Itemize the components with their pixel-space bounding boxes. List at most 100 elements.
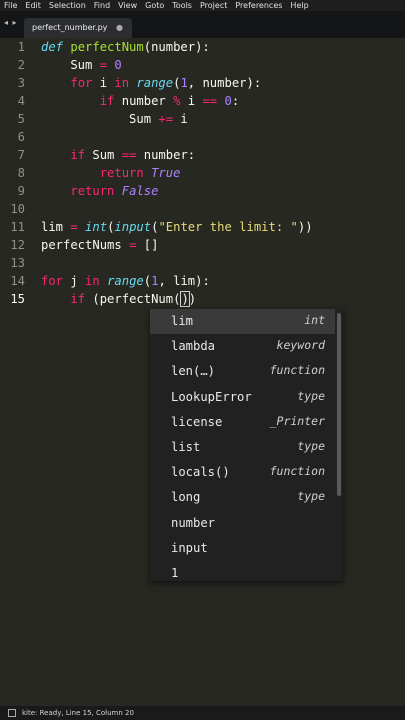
line-number: 10: [10, 202, 25, 216]
code-line[interactable]: if number % i == 0:: [41, 92, 239, 110]
autocomplete-scrollbar[interactable]: [337, 313, 341, 496]
autocomplete-item-name: input: [171, 540, 208, 555]
menu-bar: File Edit Selection Find View Goto Tools Projec…: [0, 0, 405, 11]
line-number: 1: [17, 40, 25, 54]
menu-item-goto[interactable]: Goto: [141, 1, 168, 10]
code-token: i: [92, 76, 115, 90]
autocomplete-item[interactable]: input: [150, 536, 335, 561]
code-token: Sum: [41, 58, 100, 72]
autocomplete-item[interactable]: len(…) function: [150, 359, 335, 384]
code-token: j: [63, 274, 86, 288]
code-token: def: [41, 40, 64, 54]
code-token: False: [121, 184, 159, 198]
code-token: , number):: [187, 76, 262, 90]
code-token: return: [70, 184, 115, 198]
autocomplete-item[interactable]: locals() function: [150, 460, 335, 485]
autocomplete-item-type: int: [304, 313, 325, 327]
autocomplete-item-type: function: [269, 363, 325, 378]
code-line[interactable]: return False: [41, 182, 158, 200]
line-gutter: 1 2 3 4 5 6 7 8 9 10 11 12 13 14 15: [0, 38, 32, 706]
code-token: :: [231, 94, 240, 108]
menu-item-edit[interactable]: Edit: [21, 1, 45, 10]
menu-item-view[interactable]: View: [114, 1, 141, 10]
autocomplete-item[interactable]: list type: [150, 435, 335, 460]
menu-item-selection[interactable]: Selection: [45, 1, 90, 10]
code-token: if: [70, 292, 86, 306]
code-line[interactable]: return True: [41, 164, 181, 182]
line-number: 5: [17, 112, 25, 126]
code-token: =: [99, 58, 108, 72]
code-token: Sum: [41, 112, 159, 126]
code-token: perfectNums: [41, 238, 130, 252]
code-line[interactable]: if Sum == number:: [41, 146, 195, 164]
autocomplete-item-type: type: [297, 439, 325, 453]
autocomplete-item[interactable]: license _Printer: [150, 410, 335, 435]
autocomplete-item[interactable]: long type: [150, 485, 335, 510]
code-token: in: [85, 274, 100, 288]
autocomplete-item-name: LookupError: [171, 389, 252, 404]
line-number: 6: [17, 130, 25, 144]
code-token: ==: [121, 148, 137, 162]
code-token: , lim):: [158, 274, 210, 288]
autocomplete-popup[interactable]: lim int lambda keyword len(…) function LookupE…: [150, 309, 343, 581]
code-token: (perfectNum(: [85, 292, 181, 306]
code-token: number:: [136, 148, 196, 162]
menu-item-file[interactable]: File: [0, 1, 21, 10]
tab-bar: ◂ ▸ perfect_number.py ●: [0, 11, 405, 39]
code-line[interactable]: def perfectNum(number):: [41, 38, 210, 56]
tab-nav-arrows[interactable]: ◂ ▸: [4, 18, 18, 27]
autocomplete-item[interactable]: lim int: [150, 309, 335, 334]
status-panel-icon[interactable]: [8, 709, 16, 717]
code-token: []: [136, 238, 159, 252]
menu-item-project[interactable]: Project: [196, 1, 231, 10]
code-token: range: [107, 274, 144, 288]
code-token: =: [70, 220, 78, 234]
code-line[interactable]: for j in range(1, lim):: [41, 272, 210, 290]
code-token: for: [41, 274, 64, 288]
code-token: perfectNum: [70, 40, 144, 54]
code-line[interactable]: for i in range(1, number):: [41, 74, 261, 92]
code-token: (: [143, 274, 152, 288]
line-number: 11: [10, 220, 25, 234]
code-token: for: [70, 76, 93, 90]
code-line[interactable]: if (perfectNum()): [41, 290, 196, 308]
status-text: kite: Ready, Line 15, Column 20: [22, 709, 134, 717]
code-line[interactable]: lim = int(input("Enter the limit: ")): [41, 218, 313, 236]
code-line[interactable]: perfectNums = []: [41, 236, 158, 254]
autocomplete-item-type: type: [297, 489, 325, 504]
line-number: 13: [10, 256, 25, 270]
code-line[interactable]: Sum += i: [41, 110, 188, 128]
autocomplete-item[interactable]: 1: [150, 561, 335, 586]
menu-item-help[interactable]: Help: [286, 1, 312, 10]
code-token: )): [297, 220, 313, 234]
code-token: return: [99, 166, 144, 180]
autocomplete-item-name: number: [171, 515, 216, 530]
code-token: input: [114, 220, 152, 234]
line-number: 14: [10, 274, 25, 288]
line-number: 7: [17, 148, 25, 162]
autocomplete-item[interactable]: lambda keyword: [150, 334, 335, 359]
autocomplete-item[interactable]: number: [150, 511, 335, 536]
code-token: range: [136, 76, 174, 90]
modified-dot-icon[interactable]: ●: [116, 18, 123, 38]
autocomplete-item-name: locals(): [171, 465, 230, 480]
menu-item-preferences[interactable]: Preferences: [231, 1, 286, 10]
autocomplete-item[interactable]: LookupError type: [150, 385, 335, 410]
code-editor[interactable]: 1 2 3 4 5 6 7 8 9 10 11 12 13 14 15 def perfectNum(num…: [0, 38, 405, 706]
menu-item-find[interactable]: Find: [90, 1, 114, 10]
autocomplete-item-name: lim: [171, 314, 194, 328]
tab-perfect-number[interactable]: perfect_number.py ●: [24, 18, 132, 38]
autocomplete-item-name: long: [171, 490, 201, 505]
line-number: 4: [17, 94, 25, 108]
menu-item-tools[interactable]: Tools: [168, 1, 196, 10]
code-line[interactable]: Sum = 0: [41, 56, 121, 74]
autocomplete-item-type: function: [269, 464, 325, 479]
line-number: 12: [10, 238, 25, 252]
autocomplete-item-name: license: [171, 414, 223, 429]
